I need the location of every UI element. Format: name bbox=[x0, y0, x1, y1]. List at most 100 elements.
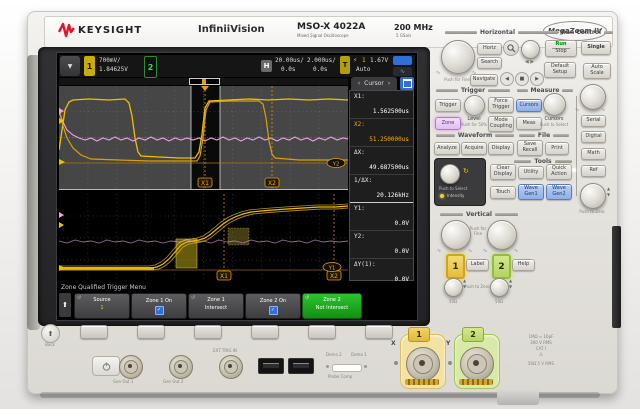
label-button[interactable]: Label bbox=[466, 259, 489, 271]
zoom-button[interactable] bbox=[503, 40, 519, 56]
print-button[interactable]: Print bbox=[545, 142, 569, 155]
gen-out-1-label: Gen Out 1 bbox=[113, 379, 133, 384]
bandwidth: 200 MHz bbox=[394, 23, 433, 32]
softkey-4[interactable] bbox=[251, 325, 279, 339]
horizontal-badge[interactable]: H bbox=[261, 60, 272, 72]
ref-button[interactable]: Ref bbox=[581, 165, 606, 177]
softkey-2[interactable] bbox=[137, 325, 165, 339]
softkey-menu-source[interactable]: ↺ Source 1 bbox=[74, 293, 130, 319]
navigate-button[interactable]: Navigate bbox=[470, 74, 498, 86]
analyze-button[interactable]: Analyze bbox=[434, 142, 460, 155]
multiplex-position-knob[interactable] bbox=[580, 183, 606, 209]
timebase-main: 20.00us/ bbox=[275, 57, 304, 65]
sine-mark: ∿ bbox=[514, 248, 518, 254]
checkbox-checked[interactable]: ✓ bbox=[155, 306, 164, 315]
waveform-mode-icon[interactable]: ∿ bbox=[393, 67, 412, 76]
trigger-level-knob[interactable] bbox=[464, 95, 485, 116]
softkey-menu-zone2-on[interactable]: Zone 2 On ✓ bbox=[245, 293, 301, 319]
default-setup-button[interactable]: DefaultSetup bbox=[544, 62, 576, 78]
wave-gen2-button[interactable]: WaveGen2 bbox=[546, 184, 572, 200]
search-button[interactable]: Search bbox=[477, 57, 502, 69]
math-button[interactable]: Math bbox=[581, 148, 606, 160]
usb-tongue bbox=[263, 363, 279, 368]
gen-out-1-bnc-pin bbox=[128, 364, 132, 368]
mode-coupling-button[interactable]: ModeCoupling bbox=[488, 116, 514, 132]
softkey-5[interactable] bbox=[308, 325, 336, 339]
nav-stop-button[interactable]: ■ bbox=[515, 72, 529, 86]
section-vertical: Vertical bbox=[440, 211, 518, 218]
display-button[interactable]: Display bbox=[488, 142, 514, 155]
channel2-button[interactable]: 2 bbox=[492, 254, 511, 279]
sidebar-menu-button[interactable]: ▼ bbox=[60, 56, 80, 76]
section-horizontal: Horizontal bbox=[445, 29, 550, 36]
horizontal-delay-knob[interactable] bbox=[521, 40, 540, 59]
channel2-badge[interactable]: 2 bbox=[144, 56, 157, 78]
digital-button[interactable]: Digital bbox=[581, 131, 606, 143]
force-trigger-button[interactable]: ForceTrigger bbox=[488, 97, 514, 113]
demo2-label: Demo 2 bbox=[326, 352, 342, 357]
timebase-ruler bbox=[59, 78, 348, 85]
softkey-3[interactable] bbox=[194, 325, 222, 339]
save-recall-button[interactable]: SaveRecall bbox=[517, 140, 543, 156]
softkey-icon: ↺ bbox=[77, 295, 81, 301]
touch-zone-icon[interactable] bbox=[393, 56, 412, 65]
quick-action-button[interactable]: QuickAction bbox=[546, 164, 572, 180]
nav-play-button[interactable]: ▶ bbox=[530, 72, 544, 86]
position-arrows: ▲▼ bbox=[607, 186, 610, 199]
checkbox-checked[interactable]: ✓ bbox=[269, 306, 278, 315]
acquire-button[interactable]: Acquire bbox=[461, 142, 487, 155]
cursor-row-dy: ΔY(1):0.0V bbox=[350, 259, 413, 286]
cursor-panel-title: Cursor bbox=[364, 80, 384, 87]
ch1-position-knob[interactable] bbox=[444, 278, 463, 297]
utility-button[interactable]: Utility bbox=[518, 166, 544, 179]
keysight-logo-icon bbox=[58, 21, 75, 39]
ch1-bnc-pin bbox=[419, 360, 425, 366]
cursors-button[interactable]: Cursors bbox=[516, 99, 542, 112]
serial-button[interactable]: Serial bbox=[581, 115, 606, 127]
wave-gen1-button[interactable]: WaveGen1 bbox=[518, 184, 544, 200]
softkey-menu-zone1-on[interactable]: Zone 1 On ✓ bbox=[131, 293, 187, 319]
model-subtitle: Mixed Signal Oscilloscope bbox=[297, 33, 349, 38]
softkey-menu-zone2-mode[interactable]: ↺ Zone 2 Not Intersect bbox=[302, 293, 362, 319]
intensity-hint: Push to Select bbox=[439, 186, 467, 191]
cursor-tab-left-arrow[interactable]: ‹ bbox=[358, 80, 360, 87]
screw bbox=[326, 365, 329, 368]
single-button[interactable]: Single bbox=[581, 41, 611, 55]
foot bbox=[497, 390, 539, 405]
cursor-panel-tab[interactable]: ‹ Cursor › bbox=[351, 77, 397, 90]
trigger-button[interactable]: Trigger bbox=[435, 99, 461, 112]
section-measure: Measure bbox=[517, 87, 573, 94]
cursor-panel-window-icon[interactable] bbox=[400, 77, 414, 90]
trigger-level: 1.67V bbox=[370, 57, 388, 65]
softkey-1[interactable] bbox=[80, 325, 108, 339]
warning-icon: ⚠ bbox=[506, 352, 576, 358]
trigger-badge[interactable]: T bbox=[340, 56, 350, 74]
channel1-badge[interactable]: 1 bbox=[84, 56, 95, 76]
horizontal-scale-knob[interactable] bbox=[441, 40, 475, 74]
cursor-row-x1: X1:1.562500us bbox=[350, 91, 413, 119]
svg-text:X2: X2 bbox=[268, 180, 276, 187]
softkey-6[interactable] bbox=[365, 325, 393, 339]
ch2-scale-knob[interactable] bbox=[487, 220, 517, 250]
cursor-tab-right-arrow[interactable]: › bbox=[388, 80, 390, 87]
touch-button[interactable]: Touch bbox=[490, 186, 516, 199]
cursors-knob-hint: Push to Select bbox=[537, 122, 571, 127]
run-stop-button[interactable]: Run Stop bbox=[545, 40, 577, 57]
intensity-knob[interactable] bbox=[440, 164, 460, 184]
ch1-input-tab: 1 bbox=[408, 327, 430, 342]
svg-text:Y1: Y1 bbox=[328, 266, 336, 272]
ch2-position-knob[interactable] bbox=[490, 278, 509, 297]
handle-edge bbox=[612, 226, 621, 328]
back-button[interactable]: ⬆ bbox=[41, 324, 60, 343]
help-button[interactable]: Help bbox=[512, 259, 535, 271]
back-button-label: Back bbox=[38, 342, 62, 347]
cursors-knob[interactable] bbox=[543, 93, 566, 116]
menu-back-button[interactable]: ⬆ bbox=[59, 293, 71, 317]
channel1-button[interactable]: 1 bbox=[446, 254, 465, 279]
softkey-menu-zone1-mode[interactable]: ↺ Zone 1 Intersect bbox=[188, 293, 244, 319]
nav-prev-button[interactable]: ◀ bbox=[500, 72, 514, 86]
power-button[interactable] bbox=[92, 356, 120, 376]
horiz-button[interactable]: Horiz bbox=[477, 43, 502, 55]
auto-scale-button[interactable]: AutoScale bbox=[583, 63, 611, 79]
clear-display-button[interactable]: ClearDisplay bbox=[490, 164, 516, 180]
